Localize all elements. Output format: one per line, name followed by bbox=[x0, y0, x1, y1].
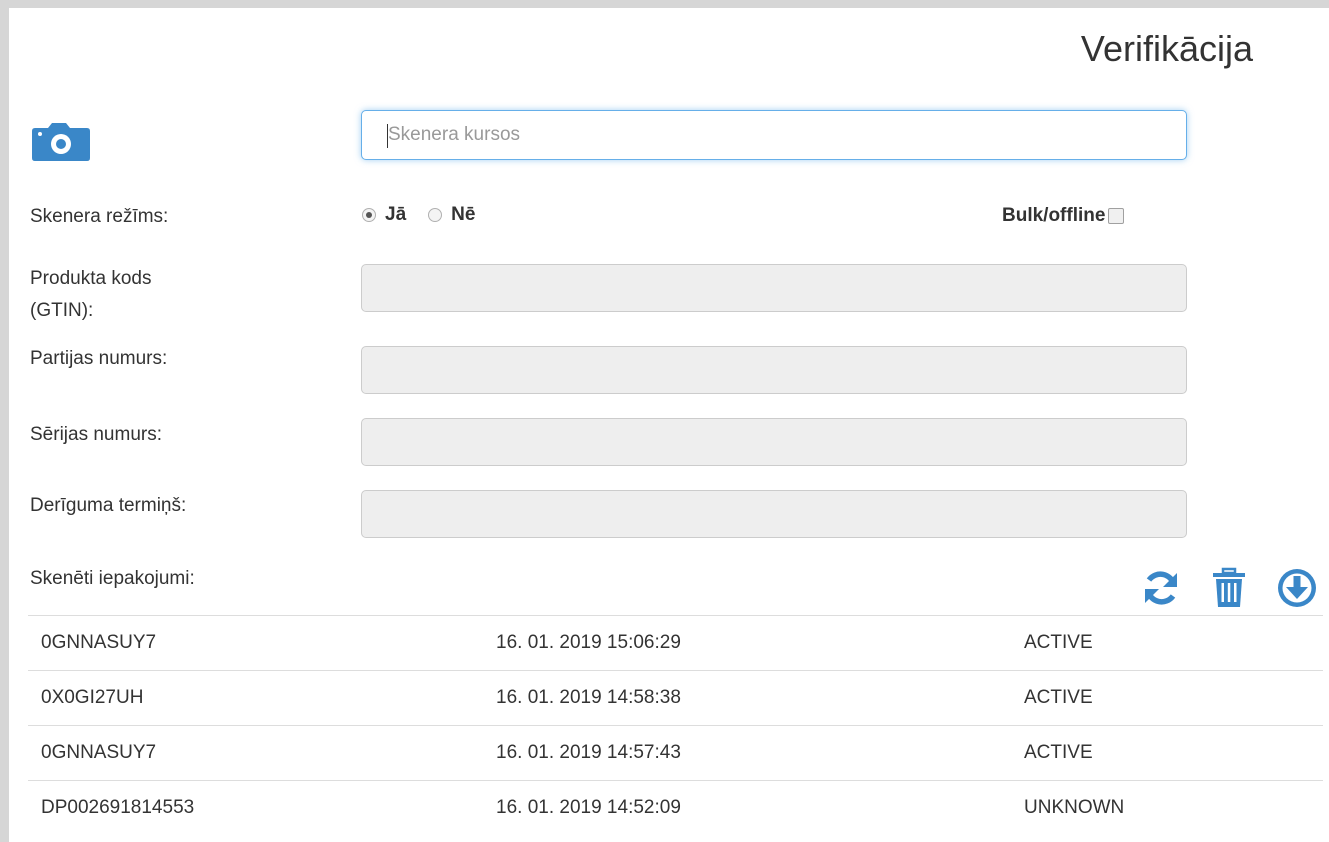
download-icon[interactable] bbox=[1275, 566, 1319, 610]
serial-number-field bbox=[361, 418, 1187, 466]
package-datetime: 16. 01. 2019 14:52:09 bbox=[496, 797, 681, 818]
scanner-mode-radio-group: Jā Nē bbox=[362, 204, 497, 226]
bulk-offline-checkbox[interactable] bbox=[1108, 208, 1125, 224]
table-row[interactable]: 0GNNASUY7 16. 01. 2019 15:06:29 ACTIVE bbox=[28, 615, 1323, 670]
package-status: UNKNOWN bbox=[1024, 797, 1125, 818]
package-datetime: 16. 01. 2019 14:58:38 bbox=[496, 687, 681, 708]
gtin-field bbox=[361, 264, 1187, 312]
package-code: 0X0GI27UH bbox=[41, 687, 144, 708]
text-caret bbox=[387, 124, 388, 148]
radio-yes[interactable] bbox=[362, 208, 376, 222]
expiry-date-label: Derīguma termiņš: bbox=[30, 495, 187, 516]
gtin-label: Produkta kods (GTIN): bbox=[30, 263, 151, 327]
trash-icon[interactable] bbox=[1207, 566, 1251, 610]
page-title: Verifikācija bbox=[1080, 28, 1253, 69]
package-code: DP002691814553 bbox=[41, 797, 195, 818]
table-row[interactable]: 0X0GI27UH 16. 01. 2019 14:58:38 ACTIVE bbox=[28, 670, 1323, 725]
camera-icon[interactable] bbox=[28, 121, 94, 161]
gtin-label-line1: Produkta kods bbox=[30, 268, 152, 289]
package-datetime: 16. 01. 2019 14:57:43 bbox=[496, 742, 681, 763]
package-status: ACTIVE bbox=[1024, 742, 1093, 763]
radio-no[interactable] bbox=[428, 208, 443, 222]
bulk-offline-toggle: Bulk/offline bbox=[1002, 205, 1125, 227]
refresh-icon[interactable] bbox=[1139, 566, 1183, 610]
package-code: 0GNNASUY7 bbox=[41, 742, 157, 763]
radio-no-label[interactable]: Nē bbox=[451, 204, 475, 226]
package-datetime: 16. 01. 2019 15:06:29 bbox=[496, 632, 681, 653]
package-code: 0GNNASUY7 bbox=[41, 632, 157, 653]
package-actions bbox=[1139, 566, 1319, 610]
batch-number-label: Partijas numurs: bbox=[30, 348, 168, 369]
gtin-label-line2: (GTIN): bbox=[30, 300, 94, 321]
scanned-packages-label: Skenēti iepakojumi: bbox=[30, 568, 195, 589]
scanner-input[interactable] bbox=[361, 110, 1187, 160]
verification-page: Verifikācija Skenera režīms: Jā Nē Bulk/… bbox=[9, 8, 1329, 842]
scanner-mode-label: Skenera režīms: bbox=[30, 206, 169, 227]
serial-number-label: Sērijas numurs: bbox=[30, 424, 162, 445]
package-status: ACTIVE bbox=[1024, 632, 1093, 653]
expiry-date-field bbox=[361, 490, 1187, 538]
bulk-offline-label[interactable]: Bulk/offline bbox=[1002, 205, 1105, 227]
scanned-packages-table: 0GNNASUY7 16. 01. 2019 15:06:29 ACTIVE 0… bbox=[28, 615, 1323, 835]
package-status: ACTIVE bbox=[1024, 687, 1093, 708]
batch-number-field bbox=[361, 346, 1187, 394]
table-row[interactable]: 0GNNASUY7 16. 01. 2019 14:57:43 ACTIVE bbox=[28, 725, 1323, 780]
table-row[interactable]: DP002691814553 16. 01. 2019 14:52:09 UNK… bbox=[28, 780, 1323, 835]
radio-yes-label[interactable]: Jā bbox=[385, 204, 406, 226]
